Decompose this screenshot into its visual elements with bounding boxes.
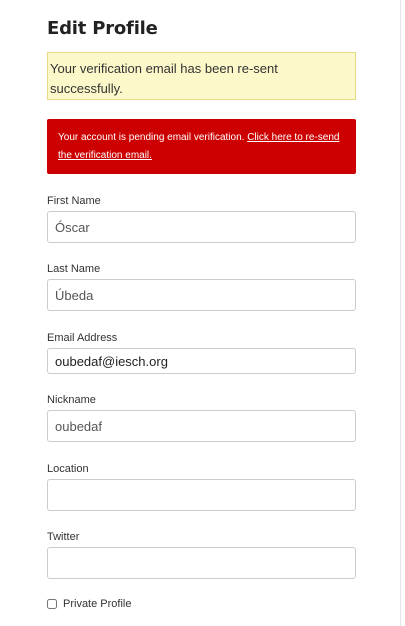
location-input[interactable] (47, 479, 356, 511)
private-profile-checkbox[interactable] (47, 599, 57, 609)
first-name-label: First Name (47, 195, 101, 207)
edit-profile-page: Edit Profile Your verification email has… (0, 0, 405, 626)
nickname-label: Nickname (47, 394, 96, 406)
page-title: Edit Profile (47, 18, 158, 39)
twitter-field: Twitter (47, 530, 356, 579)
location-label: Location (47, 463, 89, 475)
last-name-field: Last Name (47, 262, 356, 311)
last-name-input[interactable] (47, 279, 356, 311)
first-name-field: First Name (47, 194, 356, 243)
success-alert-text: Your verification email has been re-sent… (50, 61, 278, 96)
twitter-input[interactable] (47, 547, 356, 579)
verification-alert: Your account is pending email verificati… (47, 119, 356, 174)
first-name-input[interactable] (47, 211, 356, 243)
nickname-field: Nickname (47, 393, 356, 442)
email-label: Email Address (47, 332, 118, 344)
email-input[interactable] (47, 348, 356, 374)
last-name-label: Last Name (47, 263, 101, 275)
verification-alert-text: Your account is pending email verificati… (58, 132, 248, 143)
private-profile-label: Private Profile (63, 598, 132, 610)
nickname-input[interactable] (47, 410, 356, 442)
email-field: Email Address (47, 331, 356, 374)
panel-divider (400, 0, 401, 626)
private-profile-option[interactable]: Private Profile (47, 598, 131, 610)
twitter-label: Twitter (47, 531, 80, 543)
success-alert: Your verification email has been re-sent… (47, 52, 356, 100)
location-field: Location (47, 462, 356, 511)
